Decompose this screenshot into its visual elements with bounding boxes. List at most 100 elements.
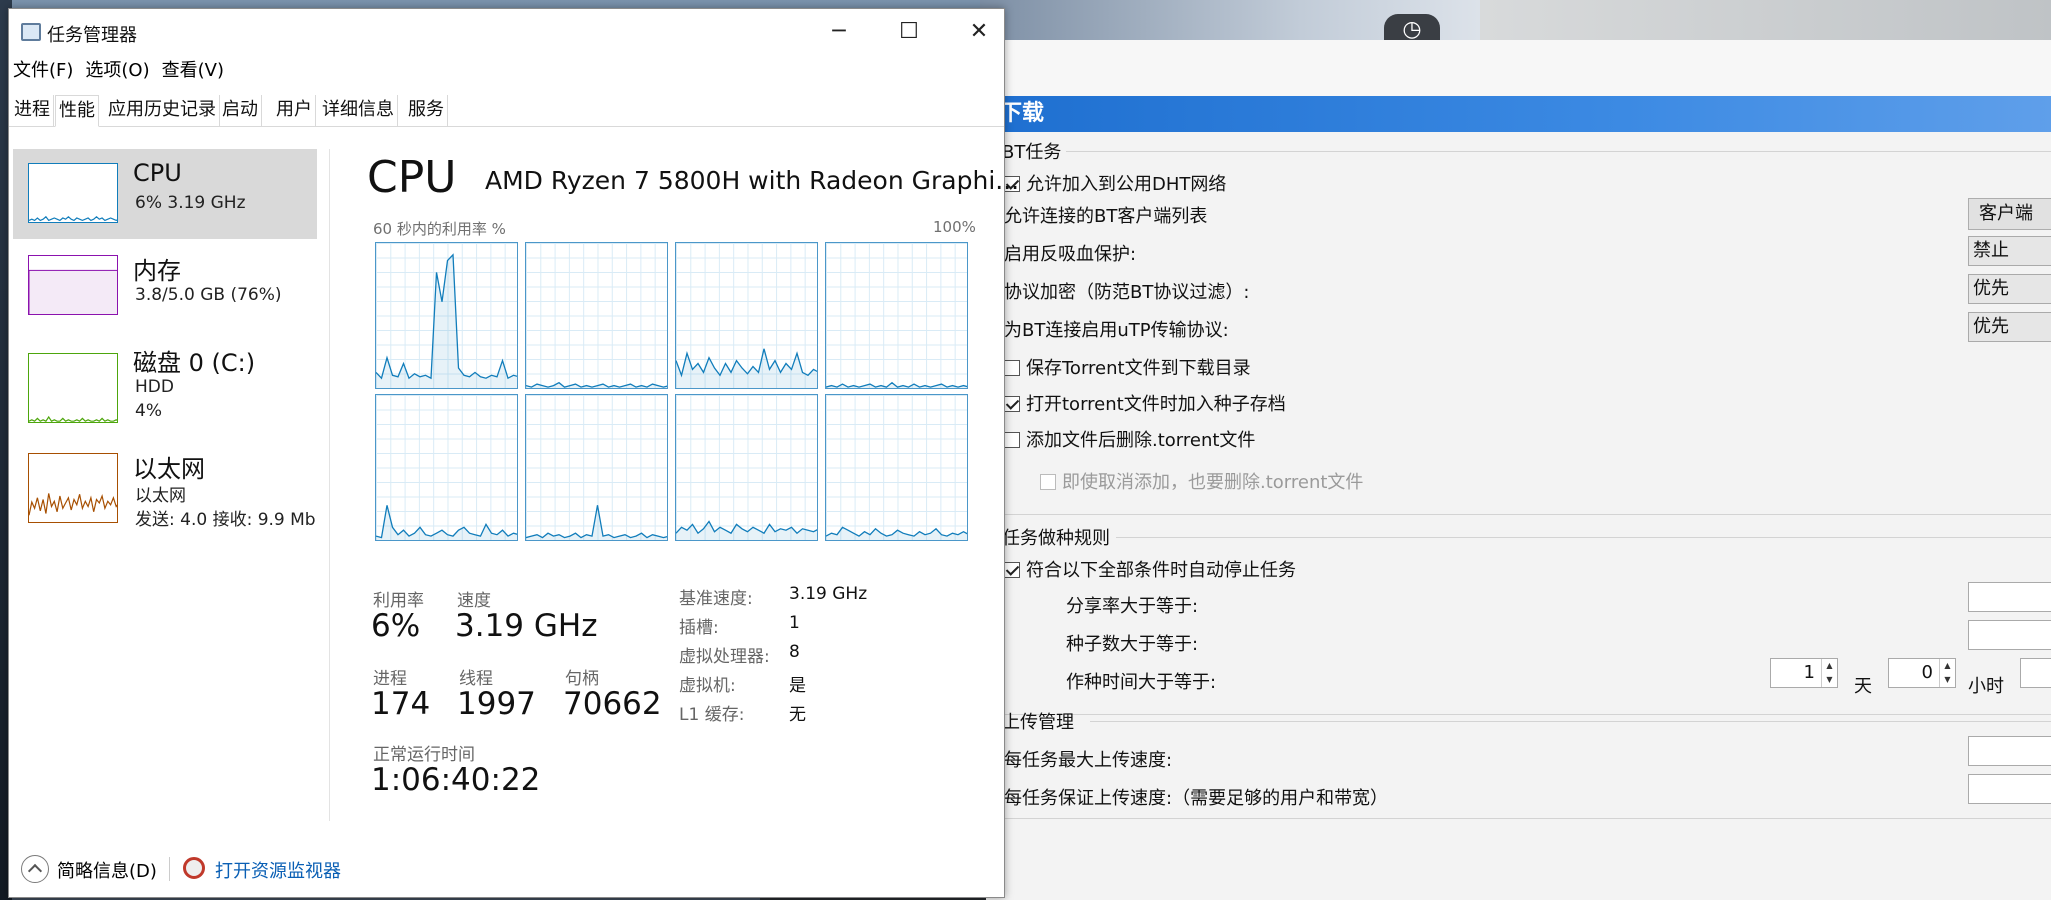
core-area-3 (826, 382, 967, 388)
core-graph-6 (675, 394, 818, 541)
prop-base-speed-label: 基准速度: (679, 589, 753, 609)
sidebar-item-ethernet[interactable]: 以太网 以太网 发送: 4.0 接收: 9.9 Mb (13, 439, 317, 530)
separator (1090, 721, 2051, 722)
hours-unit: 小时 (1968, 676, 2004, 697)
auto-stop-checkbox[interactable] (1004, 562, 1020, 578)
core-line-6 (676, 520, 817, 535)
tab-users[interactable]: 用户 (273, 95, 316, 127)
download-settings-panel: 下载 BT任务 允许加入到公用DHT网络 允许连接的BT客户端列表 客户端 启用… (986, 40, 2051, 900)
task-manager-window: 任务管理器 ─ ☐ ✕ 文件(F) 选项(O) 查看(V) 进程 性能 应用历史记录… (8, 8, 1019, 898)
add-seed-row[interactable]: 打开torrent文件时加入种子存档 (1004, 390, 1286, 416)
core-area-4 (376, 505, 517, 540)
tab-startup[interactable]: 启动 (219, 95, 262, 127)
sidebar-item-memory[interactable]: 内存 3.8/5.0 GB (76%) (13, 241, 317, 331)
cpu-detail-pane: CPU AMD Ryzen 7 5800H with Radeon Graphi… (349, 128, 1019, 828)
sidebar-item-label: 以太网 (133, 455, 205, 483)
thread-value: 1997 (457, 686, 536, 722)
sidebar-item-cpu[interactable]: CPU 6% 3.19 GHz (13, 149, 317, 239)
prop-vm-label: 虚拟机: (679, 676, 736, 696)
minimize-button[interactable]: ─ (804, 9, 874, 55)
sidebar-item-disk[interactable]: 磁盘 0 (C:) HDD 4% (13, 333, 317, 423)
menu-file[interactable]: 文件(F) (13, 55, 73, 87)
tab-services[interactable]: 服务 (405, 95, 448, 127)
sidebar-item-label: CPU (133, 159, 182, 187)
close-button[interactable]: ✕ (944, 9, 1014, 55)
core-graph-1 (525, 242, 668, 389)
maximize-button[interactable]: ☐ (874, 9, 944, 55)
save-torrent-checkbox[interactable] (1004, 360, 1020, 376)
open-resource-monitor-link[interactable]: 打开资源监视器 (215, 857, 341, 883)
seed-section-title: 任务做种规则 (1002, 528, 1110, 549)
prop-vproc-value: 8 (789, 642, 800, 662)
dht-checkbox-row[interactable]: 允许加入到公用DHT网络 (1004, 170, 1226, 196)
separator (986, 514, 2051, 515)
chevron-up-icon[interactable] (21, 855, 49, 883)
tab-processes[interactable]: 进程 (11, 95, 54, 127)
tab-bar: 进程 性能 应用历史记录 启动 用户 详细信息 服务 (9, 95, 1004, 127)
process-value: 174 (371, 686, 431, 722)
menu-options[interactable]: 选项(O) (85, 55, 149, 87)
antileech-select[interactable]: 禁止 (1968, 236, 2051, 266)
spinner-arrows-icon[interactable]: ▲ ▼ (1821, 659, 1837, 687)
core-graph-7 (825, 394, 968, 541)
core-graph-2 (675, 242, 818, 389)
resource-monitor-icon (183, 857, 205, 879)
prop-l1-label: L1 缓存: (679, 705, 745, 725)
separator (986, 714, 2051, 715)
core-line-3 (826, 381, 967, 388)
tab-app-history[interactable]: 应用历史记录 (105, 95, 220, 127)
footer-bar: 简略信息(D) 打开资源监视器 (9, 843, 1004, 897)
menu-view[interactable]: 查看(V) (162, 55, 224, 87)
resource-sidebar: CPU 6% 3.19 GHz 内存 3.8/5.0 GB (76%) 磁盘 0… (9, 128, 321, 818)
bt-section-title: BT任务 (1002, 142, 1062, 163)
graph-label: 60 秒内的利用率 % (373, 220, 506, 238)
thumb-line (29, 415, 117, 422)
prop-base-speed-value: 3.19 GHz (789, 584, 868, 604)
thumb-line (29, 215, 117, 222)
share-ratio-input[interactable] (1968, 582, 2051, 612)
separator (1116, 537, 2051, 538)
core-line-4 (376, 505, 517, 539)
sidebar-item-label: 磁盘 0 (C:) (133, 349, 256, 377)
client-list-button[interactable]: 客户端 (1968, 198, 2051, 230)
prop-sockets-label: 插槽: (679, 618, 719, 638)
add-seed-checkbox[interactable] (1004, 396, 1020, 412)
cpu-model: AMD Ryzen 7 5800H with Radeon Graphi... (485, 166, 1020, 195)
encrypt-select[interactable]: 优先 (1968, 274, 2051, 304)
delete-torrent-checkbox[interactable] (1004, 432, 1020, 448)
disk-thumb-graph (28, 353, 118, 423)
ethernet-thumb-graph (28, 453, 118, 523)
cancel-delete-checkbox[interactable] (1040, 474, 1056, 490)
save-torrent-row[interactable]: 保存Torrent文件到下载目录 (1004, 354, 1251, 380)
sidebar-item-detail: 发送: 4.0 接收: 9.9 Mb (135, 510, 316, 530)
cancel-delete-row[interactable]: 即使取消添加，也要删除.torrent文件 (1040, 468, 1363, 494)
seeds-input[interactable] (1968, 620, 2051, 650)
hours-spinner[interactable]: 0 ▲ ▼ (1888, 658, 1956, 688)
tab-details[interactable]: 详细信息 (319, 95, 398, 127)
seeds-label: 种子数大于等于: (1066, 634, 1199, 655)
utp-select[interactable]: 优先 (1968, 312, 2051, 342)
max-upload-input[interactable] (1968, 736, 2051, 766)
prop-vm-value: 是 (789, 676, 806, 696)
pane-divider[interactable] (329, 149, 330, 821)
auto-stop-row[interactable]: 符合以下全部条件时自动停止任务 (1004, 556, 1296, 582)
title-bar[interactable]: 任务管理器 ─ ☐ ✕ (9, 9, 1004, 55)
seed-time-label: 作种时间大于等于: (1066, 672, 1217, 693)
guarantee-upload-input[interactable] (1968, 774, 2051, 804)
separator (986, 818, 2051, 819)
thumb-line (29, 493, 117, 516)
util-value: 6% (371, 608, 421, 644)
max-upload-label: 每任务最大上传速度: (1004, 750, 1173, 771)
guarantee-upload-label: 每任务保证上传速度:（需要足够的用户和带宽） (1004, 788, 1389, 809)
tab-performance[interactable]: 性能 (55, 95, 99, 127)
thumb-fill (29, 269, 117, 314)
delete-torrent-row[interactable]: 添加文件后删除.torrent文件 (1004, 426, 1255, 452)
days-spinner[interactable]: 1 ▲ ▼ (1770, 658, 1838, 688)
panel-top-band (986, 40, 2051, 96)
spinner-arrows-icon[interactable]: ▲ ▼ (1939, 659, 1955, 687)
brief-info-link[interactable]: 简略信息(D) (57, 857, 157, 883)
minutes-input[interactable] (2020, 658, 2051, 688)
graph-max-label: 100% (933, 218, 976, 236)
prop-l1-value: 无 (789, 705, 806, 725)
core-graph-0 (375, 242, 518, 389)
